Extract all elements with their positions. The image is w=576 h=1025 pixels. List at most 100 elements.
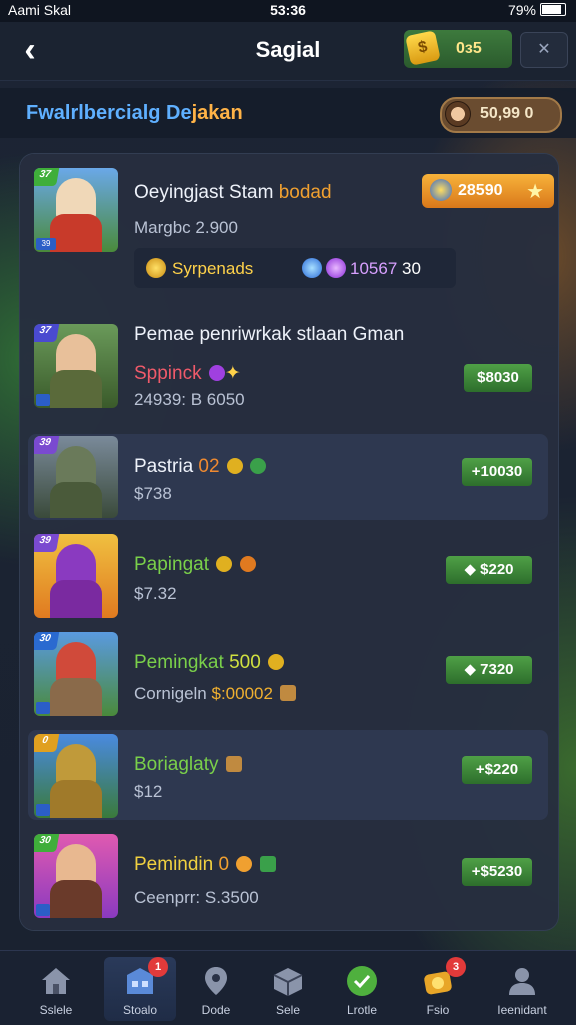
list-item[interactable]: 39 Papingat $7.32 ◆ $220 bbox=[28, 530, 548, 620]
gold-coin-icon bbox=[146, 258, 166, 278]
battery-icon bbox=[540, 3, 566, 16]
section-title: Fwalrlbercialg Dejakan bbox=[26, 102, 243, 124]
item-sub: Ceenprr: S.3500 bbox=[134, 888, 259, 907]
item-sub: $12 bbox=[134, 782, 163, 801]
diamond-icon: ◆ bbox=[464, 561, 481, 578]
list-item[interactable]: 0 Boriaglaty $12 +$220 bbox=[28, 730, 548, 820]
blue-gem-icon bbox=[302, 258, 322, 278]
coin-icon: $ bbox=[405, 30, 441, 66]
nav-home[interactable]: Sslele bbox=[20, 957, 92, 1021]
level-badge: 30 bbox=[34, 632, 60, 650]
featured-price-button[interactable]: 28590 ★ bbox=[422, 174, 554, 208]
notification-badge: 1 bbox=[148, 957, 168, 977]
tag-icon bbox=[36, 804, 50, 816]
avatar bbox=[445, 101, 471, 127]
nav-label: Ieenidant bbox=[497, 1003, 547, 1017]
buy-button[interactable]: ◆ 7320 bbox=[446, 656, 532, 684]
level-badge: 30 bbox=[34, 834, 60, 852]
gem-icon bbox=[430, 179, 452, 201]
level-badge: 39 bbox=[34, 436, 60, 454]
featured-price: 28590 bbox=[458, 182, 503, 199]
user-icon bbox=[505, 965, 539, 997]
nav-label: Stoalo bbox=[122, 1003, 158, 1017]
shop-panel: 37 39 Oeyingjast Stam bodad Margbc 2.900… bbox=[20, 154, 558, 930]
nav-rewards[interactable]: 3 Fsio bbox=[402, 957, 474, 1021]
close-icon: ✕ bbox=[537, 41, 551, 58]
gold-gem-icon bbox=[226, 458, 243, 474]
nav-label: Sslele bbox=[39, 1003, 73, 1017]
list-item[interactable]: 30 Pemingkat 500 Cornigeln $:00002 ◆ 732… bbox=[28, 628, 548, 720]
item-name: Boriaglaty bbox=[134, 754, 242, 776]
clock: 53:36 bbox=[270, 2, 306, 18]
item-sub: 24939: B 6050 bbox=[134, 390, 245, 409]
close-button[interactable]: ✕ bbox=[520, 32, 568, 68]
battery-indicator: 79% bbox=[508, 2, 566, 18]
list-item[interactable]: 30 Pemindin 0 Ceenprr: S.3500 +$5230 bbox=[28, 830, 548, 922]
stat-gems: 10567 30 bbox=[302, 258, 421, 279]
orange-gem-icon bbox=[239, 556, 256, 572]
item-thumbnail: 39 bbox=[34, 534, 118, 618]
buy-button[interactable]: +$5230 bbox=[462, 858, 532, 886]
level-badge: 0 bbox=[34, 734, 60, 752]
featured-thumbnail: 37 39 bbox=[34, 168, 118, 252]
nav-shop[interactable]: 1 Stoalo bbox=[104, 957, 176, 1021]
bottom-nav: Sslele 1 Stoalo Dode Sele Lrotle 3 Fsio … bbox=[0, 950, 576, 1025]
map-pin-icon bbox=[199, 965, 233, 997]
item-thumbnail: 30 bbox=[34, 834, 118, 918]
featured-item[interactable]: 37 39 Oeyingjast Stam bodad Margbc 2.900… bbox=[28, 162, 554, 298]
nav-quests[interactable]: Lrotle bbox=[326, 957, 398, 1021]
item-sub: Cornigeln $:00002 bbox=[134, 684, 296, 704]
nav-inventory[interactable]: Sele bbox=[252, 957, 324, 1021]
list-item[interactable]: 39 Pastria 02 $738 +10030 bbox=[28, 434, 548, 520]
box-icon bbox=[271, 965, 305, 997]
top-bar: ‹ Sagial $ 0ɜ5 ✕ bbox=[0, 22, 576, 81]
house-icon bbox=[39, 965, 73, 997]
currency-display[interactable]: $ 0ɜ5 bbox=[404, 30, 512, 68]
buy-button[interactable]: $8030 bbox=[464, 364, 532, 392]
tag-icon bbox=[36, 904, 50, 916]
featured-stats: Syrpenads 10567 30 bbox=[134, 248, 456, 288]
green-gem-icon bbox=[250, 458, 267, 474]
currency-value: 0ɜ5 bbox=[456, 40, 482, 57]
buy-button[interactable]: +10030 bbox=[462, 458, 532, 486]
level-badge: 37 bbox=[34, 324, 60, 342]
list-item[interactable]: 37 Pemae penriwrkak stlaan Gman Sppinck … bbox=[28, 314, 548, 418]
item-sub: $7.32 bbox=[134, 584, 177, 603]
nav-label: Sele bbox=[275, 1003, 301, 1017]
star-icon: ★ bbox=[526, 181, 544, 203]
item-name: Sppinck ✦ bbox=[134, 363, 241, 384]
item-name: Pemingkat 500 bbox=[134, 652, 285, 674]
section-name: Pemae penriwrkak stlaan Gman bbox=[134, 324, 405, 345]
item-name: Pastria 02 bbox=[134, 456, 267, 478]
nav-map[interactable]: Dode bbox=[180, 957, 252, 1021]
tag-icon bbox=[36, 702, 50, 714]
buy-button[interactable]: +$220 bbox=[462, 756, 532, 784]
gold-gem-icon bbox=[268, 654, 285, 670]
purple-gem-icon bbox=[208, 365, 225, 381]
diamond-icon: ◆ bbox=[464, 661, 481, 678]
balance-value: 50,99 0 bbox=[480, 105, 534, 122]
purple-gem-icon bbox=[326, 258, 346, 278]
level-badge: 39 bbox=[34, 534, 60, 552]
crate-icon bbox=[279, 685, 296, 701]
item-name: Papingat bbox=[134, 554, 256, 576]
green-crate-icon bbox=[259, 856, 276, 872]
check-icon bbox=[345, 965, 379, 997]
balance-chip[interactable]: 50,99 0 bbox=[440, 97, 562, 133]
item-thumbnail: 39 bbox=[34, 436, 118, 518]
item-thumbnail: 0 bbox=[34, 734, 118, 818]
tag-icon: 39 bbox=[36, 238, 56, 250]
item-name: Pemindin 0 bbox=[134, 854, 276, 876]
buy-button[interactable]: ◆ $220 bbox=[446, 556, 532, 584]
item-thumbnail: 30 bbox=[34, 632, 118, 716]
gold-gem-icon bbox=[216, 556, 233, 572]
nav-profile[interactable]: Ieenidant bbox=[486, 957, 558, 1021]
orange-gem-icon bbox=[236, 856, 253, 872]
item-thumbnail: 37 bbox=[34, 324, 118, 408]
item-sub: $738 bbox=[134, 484, 172, 503]
level-badge: 37 bbox=[34, 168, 60, 186]
crate-icon bbox=[225, 756, 242, 772]
nav-label: Fsio bbox=[426, 1003, 450, 1017]
status-bar: Aami Skal 53:36 79% bbox=[0, 0, 576, 22]
section-header: Fwalrlbercialg Dejakan 50,99 0 bbox=[0, 88, 576, 138]
